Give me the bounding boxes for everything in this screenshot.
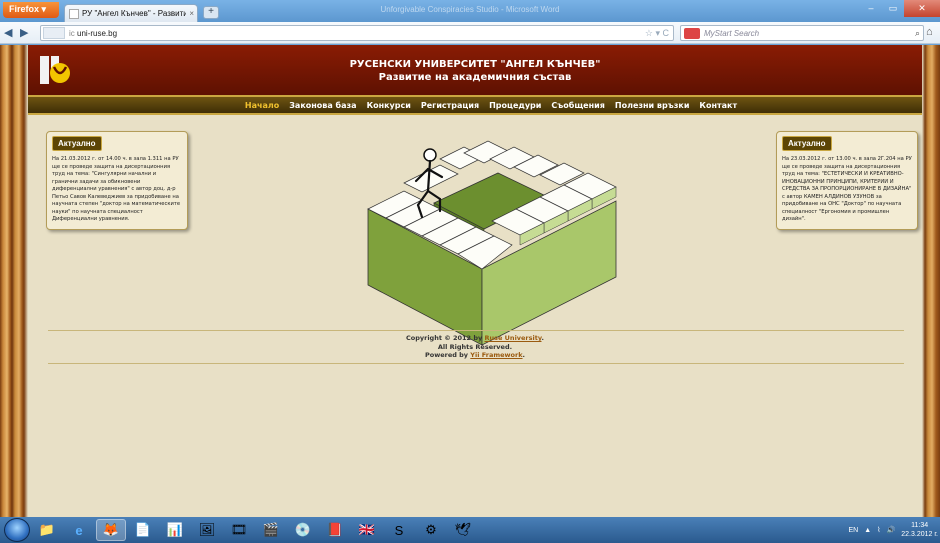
media-icon[interactable]: 🎬: [256, 519, 286, 541]
yii-framework-link[interactable]: Yii Framework: [470, 351, 522, 359]
university-title: РУСЕНСКИ УНИВЕРСИТЕТ "АНГЕЛ КЪНЧЕВ": [349, 59, 601, 70]
app-icon[interactable]: ⚙: [416, 519, 446, 541]
navigation-toolbar: ◀ ▶ ic uni-ruse.bg ☆ ▾ C MyStart Search …: [0, 22, 940, 44]
menu-item-registration[interactable]: Регистрация: [421, 101, 479, 110]
volume-icon[interactable]: 🔊: [887, 526, 896, 534]
news-heading: Актуално: [782, 136, 832, 151]
menu-item-home[interactable]: Начало: [245, 101, 279, 110]
new-tab-button[interactable]: +: [203, 6, 219, 19]
firefox-icon[interactable]: 🦊: [96, 519, 126, 541]
menu-item-procedures[interactable]: Процедури: [489, 101, 541, 110]
language-indicator[interactable]: EN: [848, 527, 858, 534]
pdf-icon[interactable]: 📕: [320, 519, 350, 541]
powered-by-text: Powered by: [424, 351, 469, 359]
site-identity-icon[interactable]: [43, 27, 65, 39]
window-title: Unforgivable Conspiracies Studio - Micro…: [380, 5, 560, 14]
escher-stairs-illustration: [367, 140, 617, 346]
browser-title-bar: Firefox ▾ РУ "Ангел Кънчев" - Развитие .…: [0, 0, 940, 22]
news-box-left: Актуално На 21.03.2012 г. от 14.00 ч. в …: [46, 131, 188, 230]
menu-item-competitions[interactable]: Конкурси: [367, 101, 411, 110]
search-bar[interactable]: MyStart Search ⌕: [680, 25, 924, 41]
menu-item-contact[interactable]: Контакт: [699, 101, 737, 110]
ruse-university-link[interactable]: Ruse University: [484, 334, 541, 342]
site-subtitle: Развитие на академичния състав: [378, 72, 572, 83]
main-menu: Начало Законова база Конкурси Регистраци…: [28, 95, 922, 115]
search-engine-icon[interactable]: [684, 27, 700, 39]
minimize-icon[interactable]: –: [860, 0, 882, 17]
uk-flag-icon[interactable]: 🇬🇧: [352, 519, 382, 541]
url-prefix: ic: [69, 28, 75, 38]
news-text: На 23.03.2012 г. от 13.00 ч. в зала 2Г.2…: [782, 156, 912, 222]
date-text: 22.3.2012 г.: [901, 531, 938, 538]
url-text: ic uni-ruse.bg: [69, 29, 641, 38]
back-icon[interactable]: ◀: [4, 26, 12, 39]
forward-icon[interactable]: ▶: [20, 26, 28, 39]
start-button[interactable]: [4, 518, 30, 542]
menu-item-legal-base[interactable]: Законова база: [289, 101, 356, 110]
menu-item-useful-links[interactable]: Полезни връзки: [615, 101, 690, 110]
right-decorative-beam: [922, 45, 940, 517]
close-tab-icon[interactable]: ×: [189, 9, 194, 18]
home-icon[interactable]: ⌂: [926, 26, 933, 38]
footer-divider: [48, 330, 904, 331]
search-icon[interactable]: ⌕: [915, 28, 920, 39]
menu-item-messages[interactable]: Съобщения: [551, 101, 605, 110]
tray-expand-icon[interactable]: ▲: [864, 527, 871, 534]
page-icon: [69, 8, 79, 19]
search-placeholder: MyStart Search: [704, 28, 760, 38]
copyright-text: Copyright © 2012 by: [406, 334, 483, 342]
photo-editor-icon[interactable]: 🖼: [192, 519, 222, 541]
folder-icon[interactable]: 📁: [32, 519, 62, 541]
news-text: На 21.03.2012 г. от 14.00 ч. в зала 1.31…: [52, 156, 181, 222]
slideshow-icon[interactable]: 🎞: [224, 519, 254, 541]
internet-explorer-icon[interactable]: e: [64, 519, 94, 541]
bookmark-star-icon[interactable]: ☆ ▾ C: [645, 28, 669, 39]
url-value: uni-ruse.bg: [77, 28, 118, 38]
address-bar[interactable]: ic uni-ruse.bg ☆ ▾ C: [40, 25, 674, 41]
skype-icon[interactable]: S: [384, 519, 414, 541]
site-footer: Copyright © 2012 by Ruse University. All…: [28, 334, 922, 360]
left-decorative-beam: [0, 45, 28, 517]
word-icon[interactable]: 📄: [128, 519, 158, 541]
close-window-icon[interactable]: ✕: [904, 0, 940, 17]
web-page: РУСЕНСКИ УНИВЕРСИТЕТ "АНГЕЛ КЪНЧЕВ" Разв…: [0, 45, 940, 517]
rights-text: All Rights Reserved.: [437, 342, 513, 351]
tab-title: РУ "Ангел Кънчев" - Развитие ...: [82, 9, 187, 18]
maximize-icon[interactable]: ▭: [882, 0, 904, 17]
clock[interactable]: 11:34 22.3.2012 г.: [901, 521, 938, 539]
network-icon[interactable]: ⌇: [877, 526, 880, 534]
browser-tab[interactable]: РУ "Ангел Кънчев" - Развитие ... ×: [64, 4, 198, 22]
time-text: 11:34: [911, 522, 929, 529]
window-controls: – ▭ ✕: [860, 0, 940, 17]
firefox-menu-label: Firefox: [9, 4, 40, 14]
windows-taskbar: 📁 e 🦊 📄 📊 🖼 🎞 🎬 💿 📕 🇬🇧 S ⚙ 🕊 EN ▲ ⌇ 🔊 11…: [0, 517, 940, 543]
footer-divider: [48, 363, 904, 364]
news-box-right: Актуално На 23.03.2012 г. от 13.00 ч. в …: [776, 131, 918, 230]
news-heading: Актуално: [52, 136, 102, 151]
bird-icon[interactable]: 🕊: [448, 519, 478, 541]
site-header: РУСЕНСКИ УНИВЕРСИТЕТ "АНГЕЛ КЪНЧЕВ" Разв…: [28, 45, 922, 95]
disc-icon[interactable]: 💿: [288, 519, 318, 541]
firefox-menu-button[interactable]: Firefox ▾: [3, 2, 59, 18]
system-tray: EN ▲ ⌇ 🔊 11:34 22.3.2012 г.: [848, 517, 938, 543]
excel-icon[interactable]: 📊: [160, 519, 190, 541]
